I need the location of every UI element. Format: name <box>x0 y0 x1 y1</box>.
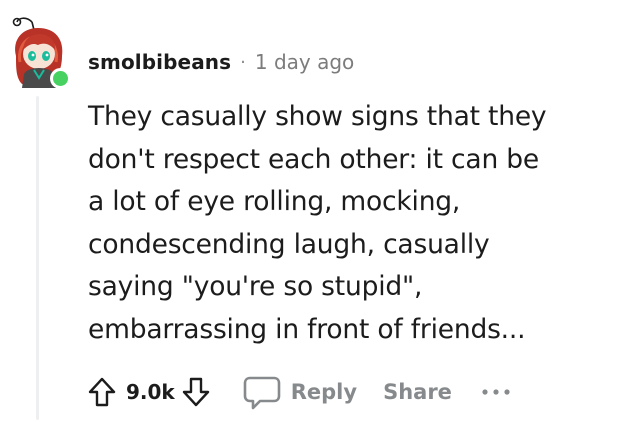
vote-score: 9.0k <box>126 380 175 404</box>
reply-button[interactable]: Reply <box>243 372 357 412</box>
downvote-button[interactable] <box>179 372 213 412</box>
meta-separator: · <box>240 51 246 73</box>
upvote-button[interactable] <box>84 372 120 412</box>
online-status-indicator <box>50 68 71 89</box>
username-link[interactable]: smolbibeans <box>88 50 231 74</box>
comment-body-line: don't respect each other: it can be <box>88 143 540 175</box>
comment-body-line: condescending laugh, casually <box>88 228 490 260</box>
comment-body-line: embarrassing in front of friends... <box>88 313 526 345</box>
timestamp[interactable]: 1 day ago <box>255 50 354 74</box>
comment-actions: 9.0k Reply Share <box>84 370 512 414</box>
reply-label: Reply <box>290 380 358 404</box>
comment-body: They casually show signs that they don't… <box>88 96 608 351</box>
comment-card: smolbibeans · 1 day ago They casually sh… <box>0 0 620 422</box>
thread-line[interactable] <box>36 96 39 420</box>
comment-meta: smolbibeans · 1 day ago <box>88 47 354 77</box>
comment-body-line: They casually show signs that they <box>88 101 547 132</box>
arrow-up-icon <box>88 377 116 407</box>
share-button[interactable]: Share <box>383 380 452 404</box>
more-options-button[interactable] <box>480 382 512 402</box>
ellipsis-icon <box>482 389 510 395</box>
arrow-down-icon <box>182 377 209 407</box>
comment-body-line: saying "you're so stupid", <box>88 271 423 302</box>
speech-bubble-icon <box>243 372 281 412</box>
comment-body-line: a lot of eye rolling, mocking, <box>88 186 461 217</box>
